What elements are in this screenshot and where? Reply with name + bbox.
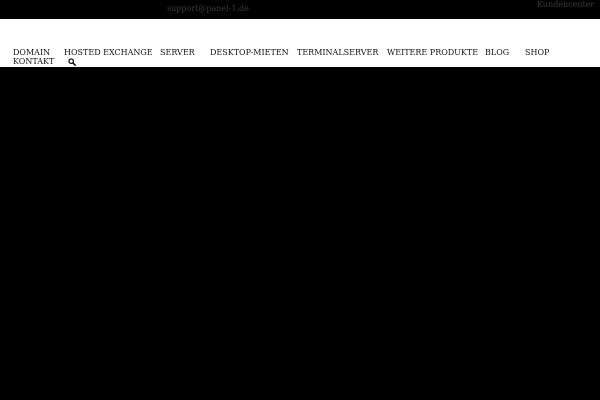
nav-item-terminalserver[interactable]: TERMINALSERVER — [297, 48, 378, 58]
nav-item-kontakt[interactable]: KONTAKT — [13, 57, 54, 67]
main-navigation: DOMAIN HOSTED EXCHANGE SERVER DESKTOP-MI… — [0, 19, 600, 67]
nav-item-hosted-exchange[interactable]: HOSTED EXCHANGE — [64, 48, 153, 58]
nav-item-desktop-mieten[interactable]: DESKTOP-MIETEN — [210, 48, 289, 58]
main-content-area — [0, 67, 600, 400]
nav-item-shop[interactable]: SHOP — [525, 48, 549, 58]
search-icon[interactable] — [68, 58, 76, 66]
nav-item-blog[interactable]: BLOG — [485, 48, 509, 58]
nav-item-server[interactable]: SERVER — [160, 48, 195, 58]
support-email-link[interactable]: support@panel-1.de — [167, 3, 249, 14]
top-bar: support@panel-1.de Kundencenter — [0, 0, 600, 19]
nav-item-weitere-produkte[interactable]: WEITERE PRODUKTE — [387, 48, 478, 58]
kundencenter-link[interactable]: Kundencenter — [537, 0, 594, 9]
